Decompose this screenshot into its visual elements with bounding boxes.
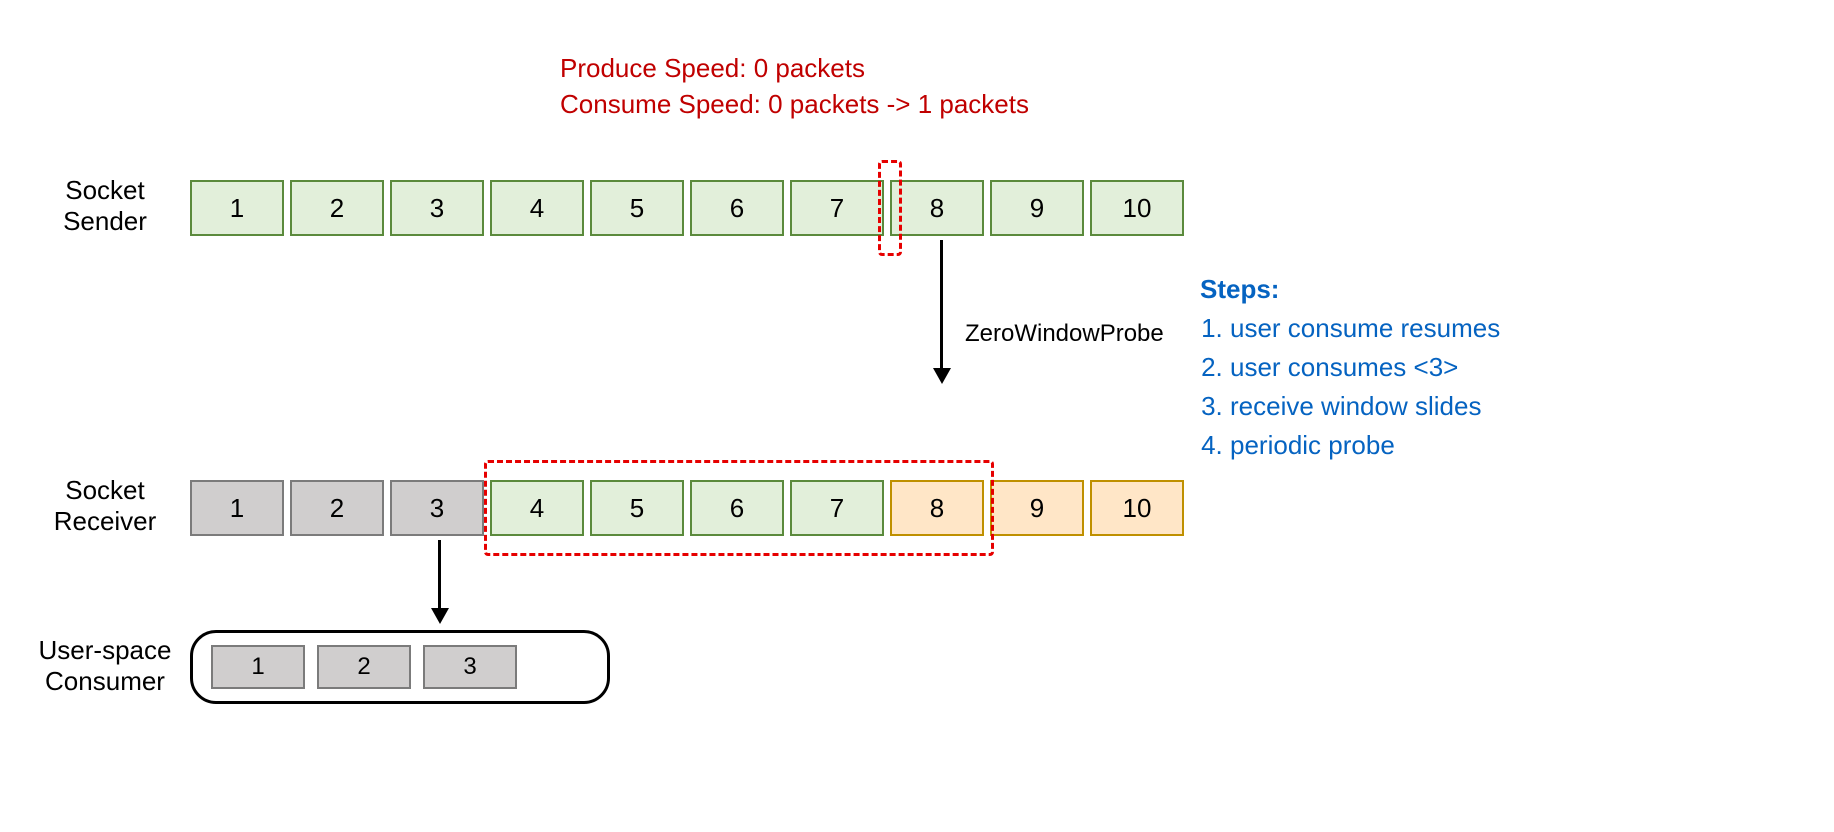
steps-title: Steps: [1200, 270, 1500, 309]
receiver-cell: 2 [290, 480, 384, 536]
steps-block: Steps: user consume resumesuser consumes… [1200, 270, 1500, 465]
receiver-cell: 1 [190, 480, 284, 536]
speed-text-block: Produce Speed: 0 packets Consume Speed: … [560, 50, 1029, 123]
sender-window-marker [878, 160, 902, 256]
sender-cell: 2 [290, 180, 384, 236]
sender-cell: 1 [190, 180, 284, 236]
receive-window-marker [484, 460, 994, 556]
sender-cell: 5 [590, 180, 684, 236]
sender-cell: 4 [490, 180, 584, 236]
zero-window-probe-label: ZeroWindowProbe [965, 320, 1164, 348]
receiver-cell: 10 [1090, 480, 1184, 536]
consumer-box: 123 [190, 630, 610, 704]
sender-cell: 8 [890, 180, 984, 236]
steps-item: receive window slides [1230, 387, 1500, 426]
consumer-cell: 3 [423, 645, 517, 689]
consumer-label: User-space Consumer [30, 635, 180, 697]
consumer-cell: 1 [211, 645, 305, 689]
receiver-cell: 3 [390, 480, 484, 536]
receiver-cell: 9 [990, 480, 1084, 536]
steps-list: user consume resumesuser consumes <3>rec… [1200, 309, 1500, 465]
sender-buffer-row: 12345678910 [190, 180, 1184, 236]
sender-cell: 7 [790, 180, 884, 236]
sender-label: Socket Sender [40, 175, 170, 237]
steps-item: user consume resumes [1230, 309, 1500, 348]
steps-item: user consumes <3> [1230, 348, 1500, 387]
sender-cell: 9 [990, 180, 1084, 236]
receiver-label: Socket Receiver [40, 475, 170, 537]
produce-speed-text: Produce Speed: 0 packets [560, 50, 1029, 86]
sender-cell: 10 [1090, 180, 1184, 236]
consume-speed-text: Consume Speed: 0 packets -> 1 packets [560, 86, 1029, 122]
steps-item: periodic probe [1230, 426, 1500, 465]
consumer-cell: 2 [317, 645, 411, 689]
sender-cell: 6 [690, 180, 784, 236]
sender-cell: 3 [390, 180, 484, 236]
